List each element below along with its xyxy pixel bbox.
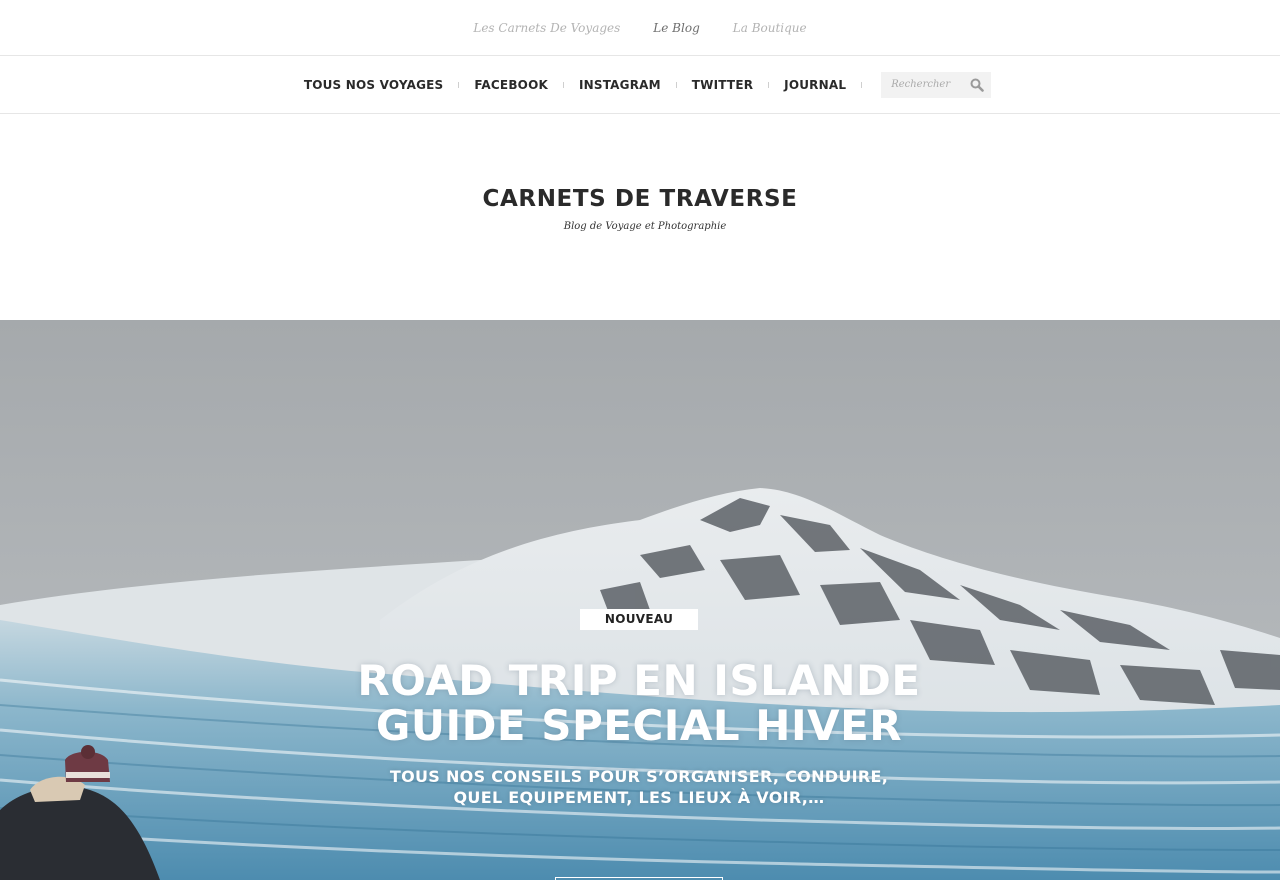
hero-subtitle-line-2: QUEL EQUIPEMENT, LES LIEUX À VOIR,… bbox=[453, 788, 825, 807]
site-tagline: Blog de Voyage et Photographie bbox=[563, 221, 727, 232]
hero-banner[interactable]: NOUVEAU ROAD TRIP EN ISLANDE GUIDE SPECI… bbox=[0, 320, 1280, 880]
nav-separator bbox=[861, 81, 863, 88]
main-nav: TOUS NOS VOYAGES FACEBOOK INSTAGRAM TWIT… bbox=[0, 56, 1280, 114]
search-icon[interactable] bbox=[970, 78, 984, 92]
new-badge: NOUVEAU bbox=[580, 609, 698, 630]
search-box bbox=[881, 71, 992, 98]
toplink-la-boutique[interactable]: La Boutique bbox=[733, 21, 807, 35]
site-title[interactable]: CARNETS DE TRAVERSE bbox=[0, 186, 1280, 212]
hero-title[interactable]: ROAD TRIP EN ISLANDE GUIDE SPECIAL HIVER bbox=[0, 658, 1278, 748]
hero-title-line-1: ROAD TRIP EN ISLANDE bbox=[357, 656, 921, 705]
hero-subtitle-line-1: TOUS NOS CONSEILS POUR S’ORGANISER, COND… bbox=[389, 767, 889, 786]
top-links-bar: Les Carnets De Voyages Le Blog La Boutiq… bbox=[0, 0, 1280, 56]
nav-item-journal[interactable]: JOURNAL bbox=[769, 78, 861, 92]
toplink-carnets-de-voyages[interactable]: Les Carnets De Voyages bbox=[473, 21, 620, 35]
nav-item-facebook[interactable]: FACEBOOK bbox=[459, 78, 563, 92]
nav-item-tous-nos-voyages[interactable]: TOUS NOS VOYAGES bbox=[289, 78, 459, 92]
nav-item-twitter[interactable]: TWITTER bbox=[677, 78, 768, 92]
nav-item-instagram[interactable]: INSTAGRAM bbox=[564, 78, 676, 92]
toplink-le-blog[interactable]: Le Blog bbox=[653, 21, 699, 35]
hero-subtitle: TOUS NOS CONSEILS POUR S’ORGANISER, COND… bbox=[0, 766, 1278, 808]
search-input[interactable] bbox=[891, 79, 966, 90]
hero-title-line-2: GUIDE SPECIAL HIVER bbox=[375, 701, 903, 750]
